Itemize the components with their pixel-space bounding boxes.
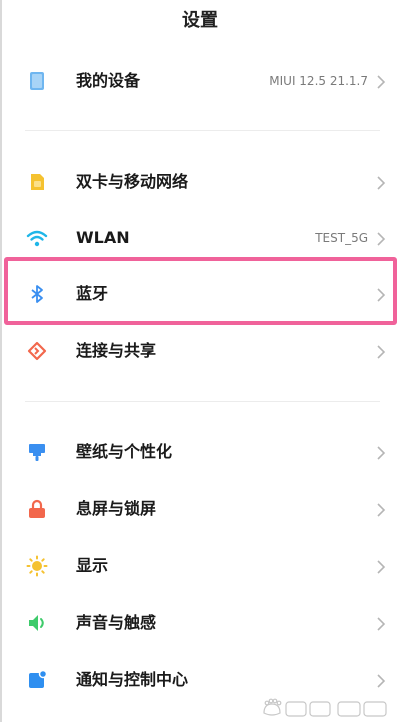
- settings-item-label: 声音与触感: [76, 613, 157, 632]
- settings-item-wlan[interactable]: WLAN TEST_5G: [4, 211, 396, 265]
- wifi-icon: [26, 227, 48, 249]
- chevron-right-icon: [376, 287, 386, 302]
- settings-item-label: 息屏与锁屏: [76, 499, 157, 518]
- settings-item-dual-sim[interactable]: 双卡与移动网络: [4, 155, 396, 209]
- settings-item-sound[interactable]: 声音与触感: [4, 596, 396, 650]
- settings-item-value: TEST_5G: [315, 231, 368, 245]
- settings-item-bluetooth[interactable]: 蓝牙: [4, 267, 396, 321]
- chevron-right-icon: [376, 344, 386, 359]
- settings-item-label: 我的设备: [76, 71, 141, 90]
- device-icon: [26, 70, 48, 92]
- settings-item-label: 壁纸与个性化: [76, 442, 173, 461]
- sim-card-icon: [26, 171, 48, 193]
- group-divider: [25, 401, 380, 402]
- chevron-right-icon: [376, 673, 386, 688]
- lock-icon: [26, 498, 48, 520]
- chevron-right-icon: [376, 502, 386, 517]
- chevron-right-icon: [376, 616, 386, 631]
- screen-left-edge: [0, 0, 2, 722]
- settings-item-my-device[interactable]: 我的设备 MIUI 12.5 21.1.7: [4, 54, 396, 108]
- settings-item-label: 双卡与移动网络: [76, 172, 189, 191]
- settings-item-label: 连接与共享: [76, 341, 157, 360]
- chevron-right-icon: [376, 231, 386, 246]
- bluetooth-icon: [26, 283, 48, 305]
- settings-item-display[interactable]: 显示: [4, 539, 396, 593]
- connection-share-icon: [26, 340, 48, 362]
- settings-item-screen-lock[interactable]: 息屏与锁屏: [4, 482, 396, 536]
- sound-icon: [26, 612, 48, 634]
- chevron-right-icon: [376, 445, 386, 460]
- settings-item-connection-sharing[interactable]: 连接与共享: [4, 324, 396, 378]
- group-divider: [25, 130, 380, 131]
- page-title: 设置: [182, 10, 218, 31]
- wallpaper-icon: [26, 441, 48, 463]
- display-brightness-icon: [26, 555, 48, 577]
- chevron-right-icon: [376, 74, 386, 89]
- baidu-jingyan-watermark-icon: [260, 698, 395, 720]
- settings-item-value: MIUI 12.5 21.1.7: [269, 74, 368, 88]
- settings-item-wallpaper[interactable]: 壁纸与个性化: [4, 425, 396, 479]
- settings-item-label: 通知与控制中心: [76, 670, 189, 689]
- chevron-right-icon: [376, 559, 386, 574]
- notification-icon: [26, 669, 48, 691]
- chevron-right-icon: [376, 175, 386, 190]
- settings-item-label: 蓝牙: [76, 284, 109, 303]
- settings-item-label: WLAN: [76, 228, 130, 247]
- settings-item-label: 显示: [76, 556, 109, 575]
